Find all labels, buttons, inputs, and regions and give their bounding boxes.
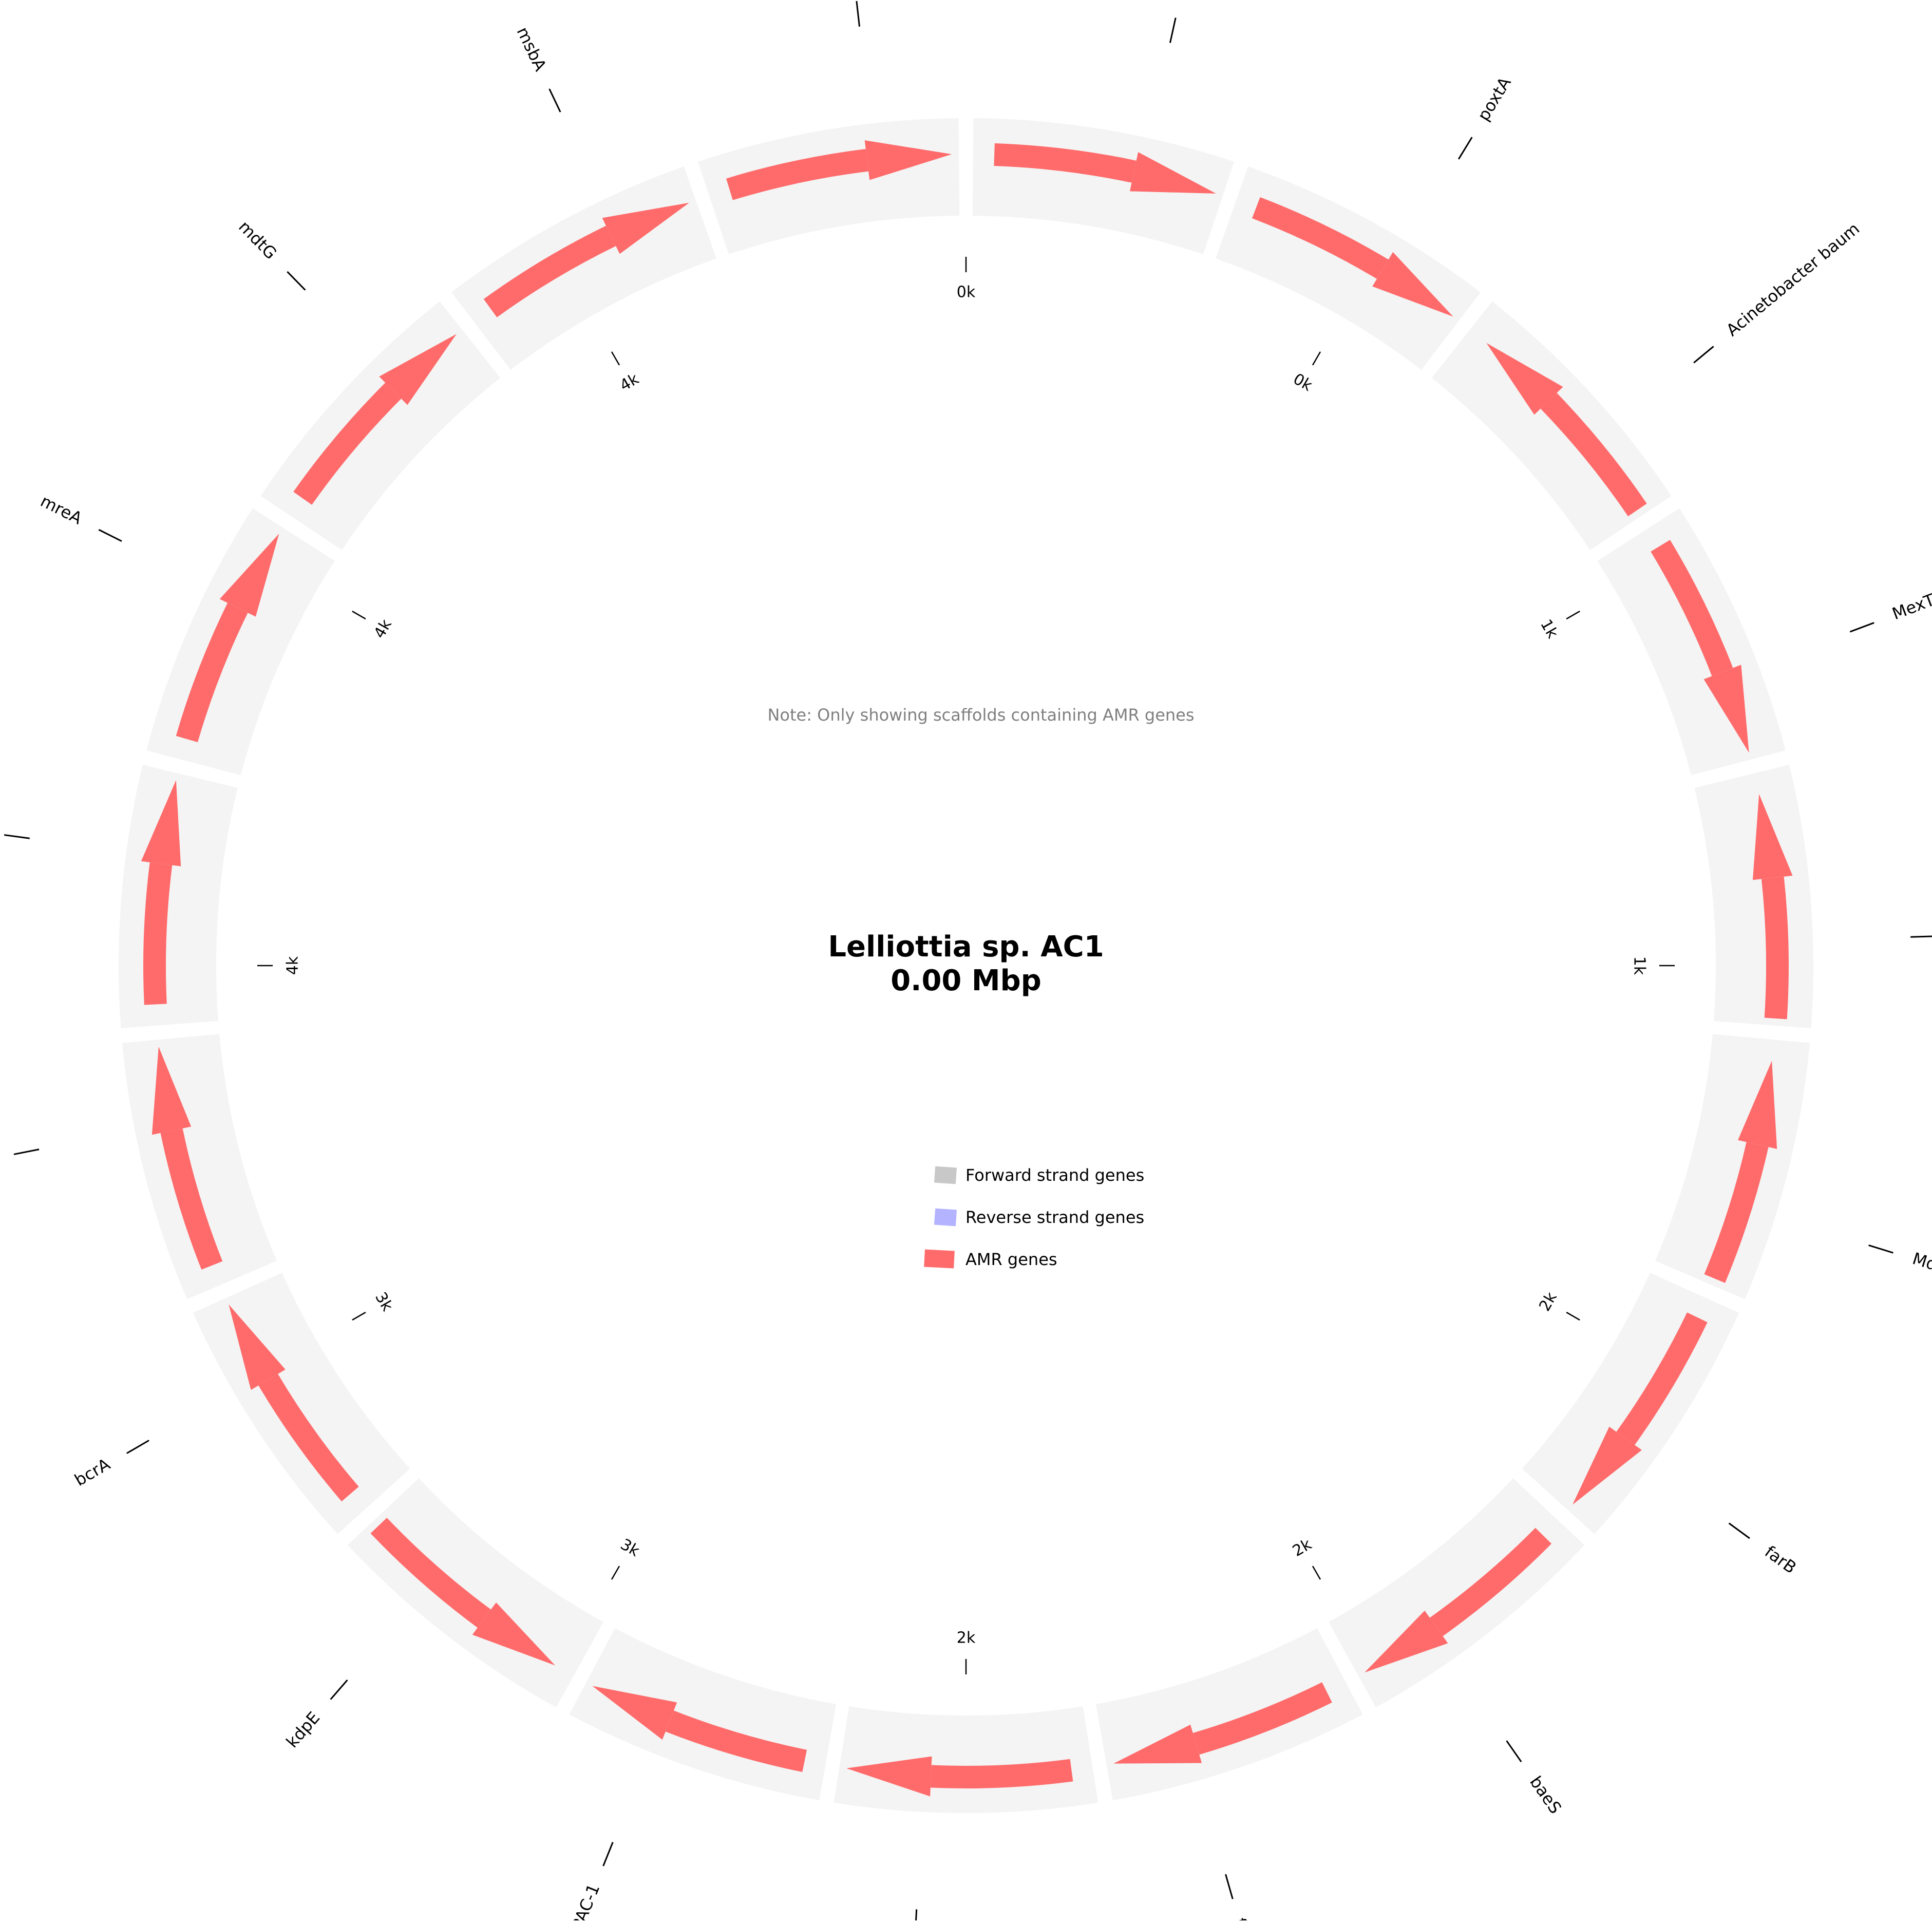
scaffold-band (1522, 1273, 1739, 1534)
label-leader-line (1849, 622, 1874, 633)
label-leader-line (1728, 1522, 1750, 1539)
gene-label: poxtA (1473, 73, 1515, 124)
legend-item: Reverse strand genes (934, 1208, 1144, 1227)
tick-label: 1k (1537, 616, 1562, 642)
legend: Forward strand genes Reverse strand genes… (924, 1165, 1144, 1269)
legend-label: Reverse strand genes (965, 1208, 1144, 1227)
tick-mark (1566, 610, 1580, 620)
scaffold-band (347, 1478, 603, 1708)
tick-label: 1k (1631, 956, 1649, 975)
scaffold-band (834, 1706, 1098, 1813)
gene-label: MexT (1889, 590, 1932, 624)
gene-label: mreA (37, 491, 85, 528)
tick-mark (611, 351, 620, 366)
gene-label: facT (1230, 1916, 1258, 1920)
label-leader-line (1169, 17, 1177, 43)
label-leader-line (1693, 346, 1714, 364)
legend-swatch (934, 1208, 957, 1227)
gene-label: PAC-1 (567, 1881, 603, 1920)
gene-label: msbA (513, 24, 551, 74)
legend-label: Forward strand genes (965, 1165, 1144, 1185)
label-leader-line (602, 1842, 614, 1867)
gene-label: farB (1761, 1542, 1800, 1578)
scaffold-band (1694, 764, 1813, 1028)
legend-label: AMR genes (965, 1250, 1057, 1269)
tick-mark (352, 1311, 366, 1321)
scaffold-band (146, 508, 335, 776)
tick-label: 2k (1536, 1289, 1561, 1314)
tick-label: 4k (370, 616, 395, 642)
tick-label: 2k (957, 1629, 976, 1647)
label-leader-line (287, 271, 306, 291)
gene-label: Acinetobacter baum (1722, 219, 1863, 340)
tick-label: 4k (284, 956, 302, 975)
label-leader-line (126, 1440, 149, 1454)
tick-mark (611, 1566, 620, 1580)
gene-label: kdpE (282, 1708, 324, 1751)
circular-genome-plot: 0k0k1k1k2k2k2k3k3k4k4k4k eptApoxtAAcinet… (4, 1, 1932, 1923)
gene-label: mdtG (235, 217, 280, 263)
label-leader-line (915, 1909, 918, 1923)
label-leader-line (1868, 1244, 1893, 1254)
scaffold-band (569, 1628, 837, 1801)
genome-map: 0k0k1k1k2k2k2k3k3k4k4k4k eptApoxtAAcinet… (0, 0, 1932, 1923)
label-leader-line (13, 1148, 40, 1155)
tick-label: 4k (617, 370, 642, 395)
scaffold-band (118, 764, 238, 1028)
tick-label: 3k (617, 1535, 643, 1560)
label-leader-line (1910, 935, 1932, 938)
genome-title: Lelliottia sp. AC1 (828, 930, 1104, 964)
gene-label: bcrA (71, 1454, 113, 1490)
scaffold-band (1431, 301, 1672, 550)
gene-label: MdtQ (1910, 1249, 1932, 1280)
label-leader-line (1457, 137, 1473, 160)
legend-item: AMR genes (924, 1249, 1057, 1269)
scaffold-band (1095, 1628, 1363, 1801)
label-leader-line (4, 834, 30, 839)
label-leader-line (856, 1, 861, 27)
tick-mark (1312, 1566, 1321, 1580)
scaffold-note: Note: Only showing scaffolds containing … (767, 705, 1194, 725)
tick-label: 2k (1290, 1535, 1315, 1560)
label-leader-line (1506, 1740, 1522, 1763)
tick-mark (352, 610, 366, 620)
scaffold-band (193, 1273, 410, 1534)
legend-swatch-bar (924, 1249, 955, 1269)
legend-item: Forward strand genes (934, 1165, 1144, 1185)
label-leader-line (98, 529, 122, 542)
genome-size: 0.00 Mbp (891, 964, 1041, 997)
label-leader-line (1225, 1874, 1234, 1899)
label-leader-line (548, 88, 561, 112)
tick-label: 0k (1290, 370, 1316, 395)
scaffold-band (1329, 1478, 1585, 1708)
gene-label: baeS (1526, 1773, 1565, 1817)
label-leader-line (330, 1679, 348, 1700)
scaffold-band (260, 301, 501, 550)
tick-mark (1566, 1311, 1580, 1321)
tick-mark (1312, 351, 1321, 366)
scaffold-band (1597, 508, 1786, 776)
scaffold-band (1216, 166, 1481, 370)
legend-swatch (934, 1166, 957, 1184)
scaffold-band (451, 166, 716, 370)
tick-label: 0k (957, 284, 976, 301)
tick-label: 3k (371, 1289, 396, 1315)
